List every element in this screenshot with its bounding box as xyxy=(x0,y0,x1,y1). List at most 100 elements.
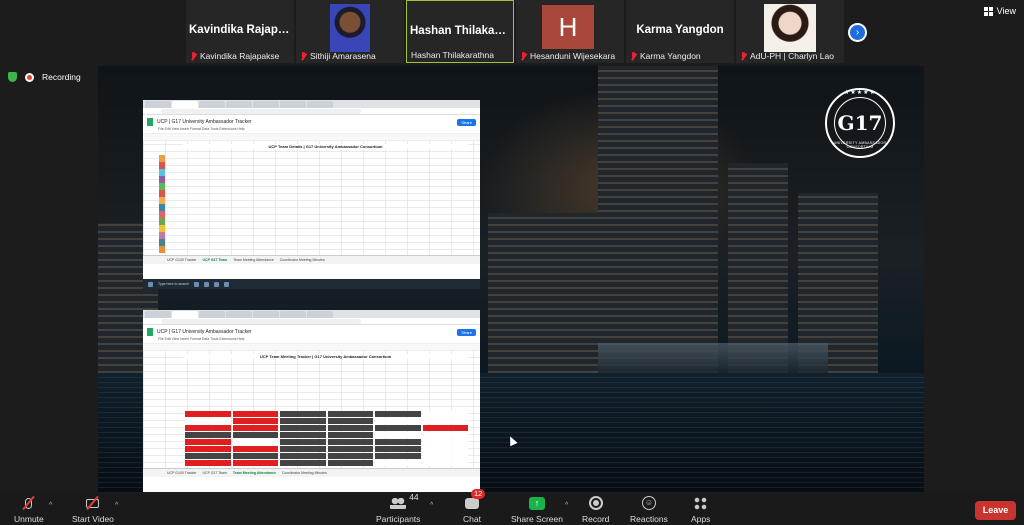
chat-button[interactable]: 12 Chat xyxy=(463,489,486,524)
share-screen-label: Share Screen xyxy=(511,514,563,524)
sheet-grid: UCP Team Details | G17 University Ambass… xyxy=(143,141,480,264)
participants-icon xyxy=(390,497,407,509)
shared-sheet-team-details: UCP | G17 University Ambassador Tracker … xyxy=(143,100,480,279)
sheet-toolbar xyxy=(143,133,480,141)
taskbar-app-icon xyxy=(213,281,219,287)
row-color-markers xyxy=(159,155,165,253)
participant-tile[interactable]: Karma Yangdon Karma Yangdon xyxy=(626,0,734,63)
taskbar-app-icon xyxy=(193,281,199,287)
sheet-tab: UCP G17 Team xyxy=(202,471,227,475)
sheet-toolbar xyxy=(143,343,480,351)
apps-icon xyxy=(694,496,708,510)
leave-button[interactable]: Leave xyxy=(975,501,1016,520)
muted-mic-icon xyxy=(740,51,747,61)
background-building xyxy=(598,66,718,373)
participant-avatar: H xyxy=(542,5,594,49)
reactions-label: Reactions xyxy=(630,514,668,524)
sheet-tab: Team Meeting Attendance xyxy=(233,258,274,262)
address-bar xyxy=(143,318,480,325)
participant-label: Hashan Thilakarathna xyxy=(411,50,495,60)
share-button: Share xyxy=(457,328,476,336)
smiley-icon: ☺ xyxy=(641,496,656,510)
browser-tabs xyxy=(143,310,480,318)
background-building xyxy=(488,213,598,373)
logo-ring-text: UNIVERSITY AMBASSADOR CONSORTIUM xyxy=(833,141,887,149)
participant-tile[interactable]: Kavindika Rajapakse Kavindika Rajapakse xyxy=(186,0,294,63)
background-bridge xyxy=(598,343,828,373)
taskbar-app-icon xyxy=(223,281,229,287)
recording-label: Recording xyxy=(42,72,81,82)
sheet-header: UCP Team Details | G17 University Ambass… xyxy=(183,144,468,149)
grid-view-icon xyxy=(983,6,993,16)
chat-badge: 12 xyxy=(471,489,486,499)
participants-label: Participants xyxy=(376,514,421,524)
record-dot-icon xyxy=(25,72,34,82)
view-label: View xyxy=(996,6,1016,16)
participant-tile[interactable]: H Hesanduni Wijesekara xyxy=(516,0,624,63)
sheet-tab-active: UCP G17 Team xyxy=(202,258,228,262)
sheet-grid: UCP Team Meeting Tracker | G17 Universit… xyxy=(143,351,480,477)
participant-label: Karma Yangdon xyxy=(640,51,701,61)
share-screen-icon: ↑ xyxy=(528,496,545,510)
record-button[interactable]: Record xyxy=(582,495,609,524)
participant-strip: Kavindika Rajapakse Kavindika Rajapakse … xyxy=(186,0,844,63)
shared-sheet-meeting-tracker: UCP | G17 University Ambassador Tracker … xyxy=(143,310,480,492)
sheet-menus: File Edit View Insert Format Data Tools … xyxy=(158,337,245,341)
record-icon xyxy=(588,496,603,510)
sheet-tab-bar: UCP G100 Tracker UCP G17 Team Team Meeti… xyxy=(143,468,480,477)
zoom-meeting-window: Kavindika Rajapakse Kavindika Rajapakse … xyxy=(0,0,1024,525)
chat-label: Chat xyxy=(463,514,481,524)
taskbar-search: Type here to search xyxy=(158,282,189,286)
sheets-icon xyxy=(147,328,153,336)
video-options-caret-icon[interactable]: ^ xyxy=(115,502,118,509)
shield-icon[interactable] xyxy=(8,72,17,82)
participant-name-large: Karma Yangdon xyxy=(636,24,724,36)
muted-mic-icon xyxy=(300,51,307,61)
background-building xyxy=(728,163,788,373)
address-bar xyxy=(143,108,480,115)
participant-name-large: Hashan Thilakarathna xyxy=(410,25,513,37)
start-video-label: Start Video xyxy=(72,514,114,524)
doc-title: UCP | G17 University Ambassador Tracker xyxy=(157,119,252,125)
share-options-caret-icon[interactable]: ^ xyxy=(565,502,568,509)
audio-options-caret-icon[interactable]: ^ xyxy=(49,502,52,509)
sheet-tab: UCP G100 Tracker xyxy=(167,471,197,475)
record-label: Record xyxy=(582,514,610,524)
sheet-tab-bar: UCP G100 Tracker UCP G17 Team Team Meeti… xyxy=(143,255,480,264)
sheet-menus: File Edit View Insert Format Data Tools … xyxy=(158,127,245,131)
sheet-tab: UCP G100 Tracker xyxy=(167,258,197,262)
start-video-button[interactable]: Start Video xyxy=(72,495,114,524)
sheet-tab: Coordinator Meeting Minutes xyxy=(281,471,327,475)
sheet-header: UCP Team Meeting Tracker | G17 Universit… xyxy=(183,354,468,359)
unmute-button[interactable]: Unmute xyxy=(14,495,44,524)
chevron-right-icon: › xyxy=(850,25,865,40)
participant-tile[interactable]: Sithiji Amarasena xyxy=(296,0,404,63)
reactions-button[interactable]: ☺ Reactions xyxy=(630,495,668,524)
unmute-label: Unmute xyxy=(14,514,44,524)
muted-mic-icon xyxy=(630,51,637,61)
participant-tile-active-speaker[interactable]: Hashan Thilakarathna Hashan Thilakarathn… xyxy=(406,0,514,63)
participant-video xyxy=(764,4,816,52)
participant-label: Kavindika Rajapakse xyxy=(200,51,280,61)
g17-logo: ★★★★★ G17 UNIVERSITY AMBASSADOR CONSORTI… xyxy=(825,88,895,158)
browser-tabs xyxy=(143,100,480,108)
muted-mic-icon xyxy=(520,51,527,61)
view-button[interactable]: View xyxy=(983,6,1016,16)
chat-icon xyxy=(465,497,479,509)
apps-button[interactable]: Apps xyxy=(691,495,710,524)
sheets-icon xyxy=(147,118,153,126)
meeting-controls: Unmute ^ Start Video ^ 44 Participants ^… xyxy=(0,489,1024,525)
participants-caret-icon[interactable]: ^ xyxy=(430,502,433,509)
participants-button[interactable]: 44 Participants xyxy=(376,492,421,524)
participant-tile[interactable]: AdU-PH | Charlyn Lao xyxy=(736,0,844,63)
share-screen-button[interactable]: ↑ Share Screen xyxy=(511,495,563,524)
recording-indicator: Recording xyxy=(8,72,81,82)
windows-start-icon xyxy=(148,281,153,287)
muted-mic-icon xyxy=(190,51,197,61)
participant-name-large: Kavindika Rajapakse xyxy=(189,24,294,36)
sheet-tab: Coordinator Meeting Minutes xyxy=(279,258,325,262)
logo-stars: ★★★★★ xyxy=(844,90,876,96)
strip-next-button[interactable]: › xyxy=(848,23,867,42)
apps-label: Apps xyxy=(691,514,711,524)
taskbar-app-icon xyxy=(203,281,209,287)
